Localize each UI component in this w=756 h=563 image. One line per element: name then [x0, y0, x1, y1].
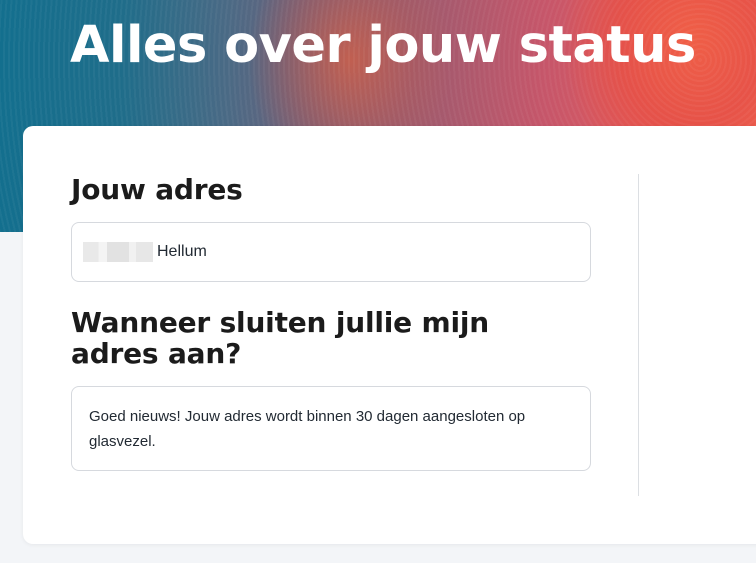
- connection-heading: Wanneer sluiten jullie mijn adres aan?: [71, 306, 490, 370]
- column-divider: [638, 174, 639, 496]
- page-title: Alles over jouw status: [70, 16, 696, 75]
- address-heading: Jouw adres: [71, 173, 243, 206]
- connection-status-box: Goed nieuws! Jouw adres wordt binnen 30 …: [71, 386, 591, 471]
- connection-status-message: Goed nieuws! Jouw adres wordt binnen 30 …: [89, 408, 526, 450]
- address-city: Hellum: [157, 243, 207, 260]
- redacted-street-address: [83, 242, 153, 262]
- status-card: Jouw adres Hellum Wanneer sluiten jullie…: [23, 126, 756, 544]
- address-box: Hellum: [71, 222, 591, 282]
